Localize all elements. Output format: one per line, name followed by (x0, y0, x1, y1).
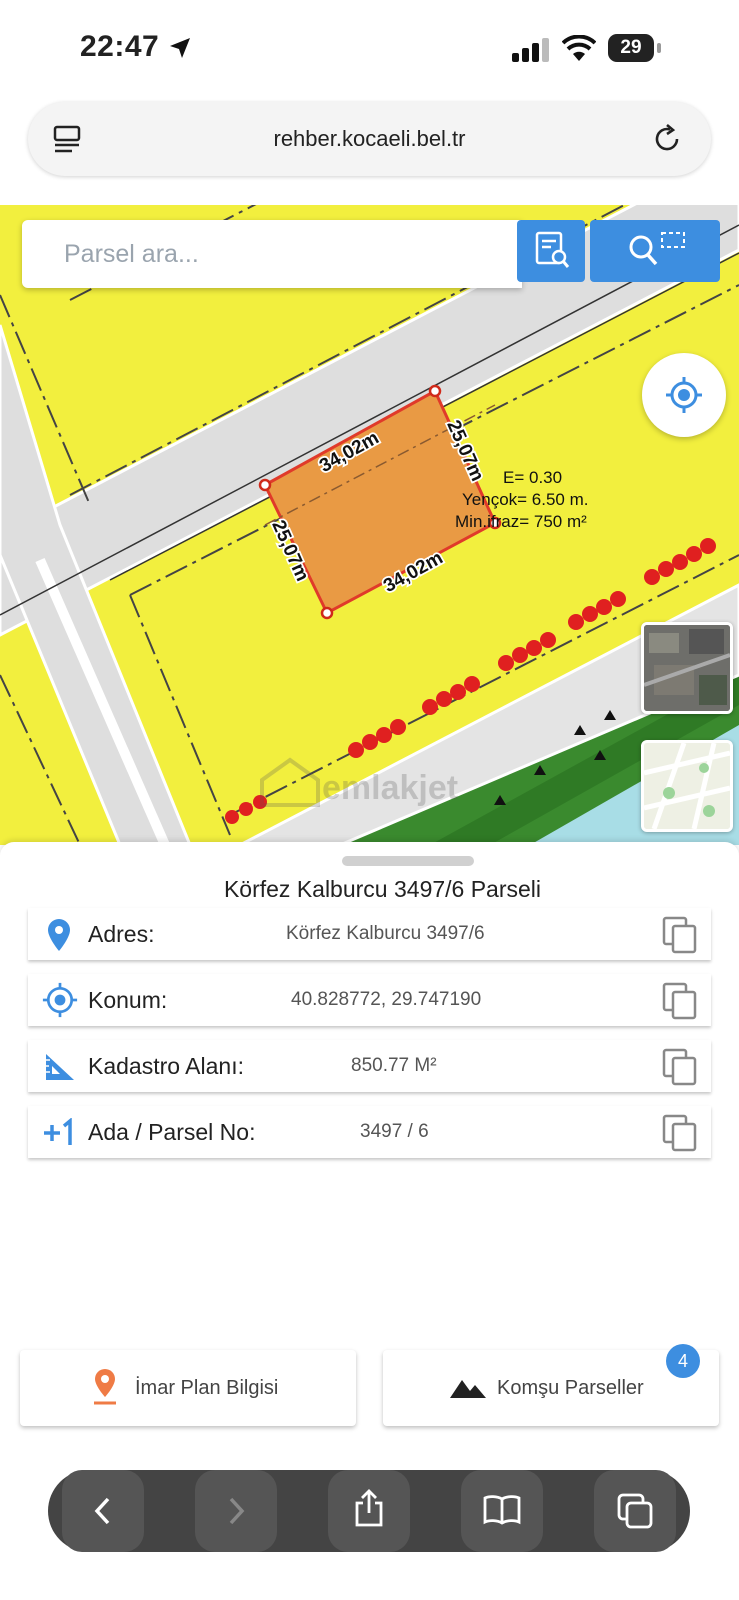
status-time: 22:47 (80, 30, 160, 63)
zoning-line-3: Min.ifraz= 750 m² (455, 512, 587, 531)
share-button[interactable] (328, 1470, 410, 1552)
crosshair-icon (666, 377, 702, 413)
zoning-line-1: E= 0.30 (503, 468, 562, 487)
location-pin-icon (94, 1369, 116, 1405)
my-location-button[interactable] (642, 353, 726, 437)
chevron-left-icon (94, 1497, 110, 1525)
forward-button[interactable] (195, 1470, 277, 1552)
copy-icon[interactable] (662, 1114, 698, 1152)
copy-icon[interactable] (662, 1048, 698, 1086)
satellite-thumbnail (644, 625, 730, 711)
ruler-triangle-icon (46, 1054, 74, 1080)
document-search-icon (535, 231, 570, 268)
street-map-layer-button[interactable] (641, 740, 733, 832)
tabs-icon (617, 1493, 653, 1529)
zoning-plan-label: İmar Plan Bilgisi (135, 1377, 279, 1399)
chevron-right-icon (229, 1497, 245, 1525)
plus-one-icon (44, 1118, 72, 1145)
street-map-thumbnail (644, 743, 730, 829)
wifi-icon (562, 35, 596, 61)
parcel-title: Körfez Kalburcu 3497/6 Parseli (223, 876, 542, 902)
mountains-icon (450, 1380, 486, 1398)
area-label: Kadastro Alanı: (88, 1053, 244, 1079)
map-canvas[interactable]: 34,02m 34,02m 25,07m 25,07m E= 0.30 Yenç… (0, 205, 739, 845)
area-search-button[interactable] (590, 220, 720, 282)
back-button[interactable] (62, 1470, 144, 1552)
neighbor-parcels-label: Komşu Parseller (497, 1377, 644, 1399)
info-row-address: Adres: Körfez Kalburcu 3497/6 (28, 908, 711, 960)
address-bar[interactable]: rehber.kocaeli.bel.tr (28, 102, 711, 176)
bookmarks-button[interactable] (461, 1470, 543, 1552)
zoning-plan-button[interactable]: İmar Plan Bilgisi (20, 1350, 356, 1426)
address-value: Körfez Kalburcu 3497/6 (286, 923, 485, 944)
book-icon (483, 1495, 521, 1525)
reload-icon[interactable] (652, 124, 682, 154)
battery-icon: 29 (608, 34, 654, 62)
info-row-parcel-no: Ada / Parsel No: 3497 / 6 (28, 1106, 711, 1158)
map-view[interactable]: 34,02m 34,02m 25,07m 25,07m E= 0.30 Yenç… (0, 205, 739, 845)
browser-toolbar (48, 1470, 690, 1552)
battery-level: 29 (620, 37, 642, 58)
crosshair-icon (42, 982, 78, 1018)
parcel-no-value: 3497 / 6 (360, 1121, 429, 1142)
copy-icon[interactable] (662, 916, 698, 954)
copy-icon[interactable] (662, 982, 698, 1020)
tabs-button[interactable] (594, 1470, 676, 1552)
parcel-query-button[interactable] (517, 220, 585, 282)
address-label: Adres: (88, 921, 155, 947)
sheet-drag-handle[interactable] (342, 856, 474, 866)
area-select-search-icon (629, 232, 685, 266)
parcel-search-box[interactable] (22, 220, 522, 288)
parcel-search-input[interactable] (22, 220, 504, 288)
info-row-area: Kadastro Alanı: 850.77 M² (28, 1040, 711, 1092)
cellular-signal-icon (512, 38, 549, 62)
parcel-no-label: Ada / Parsel No: (88, 1119, 256, 1145)
status-bar: 22:47 29 (0, 0, 739, 100)
info-row-location: Konum: 40.828772, 29.747190 (28, 974, 711, 1026)
battery-tip (657, 43, 661, 53)
url-text[interactable]: rehber.kocaeli.bel.tr (28, 102, 711, 176)
area-value: 850.77 M² (351, 1055, 437, 1076)
location-label: Konum: (88, 987, 168, 1013)
location-arrow-icon (170, 38, 190, 58)
neighbor-count-badge: 4 (666, 1344, 700, 1378)
location-value: 40.828772, 29.747190 (291, 989, 482, 1010)
zoning-line-2: Yençok= 6.50 m. (462, 490, 589, 509)
svg-text:emlakjet: emlakjet (322, 769, 458, 807)
share-icon (355, 1489, 383, 1527)
location-pin-icon (48, 919, 70, 951)
satellite-layer-button[interactable] (641, 622, 733, 714)
